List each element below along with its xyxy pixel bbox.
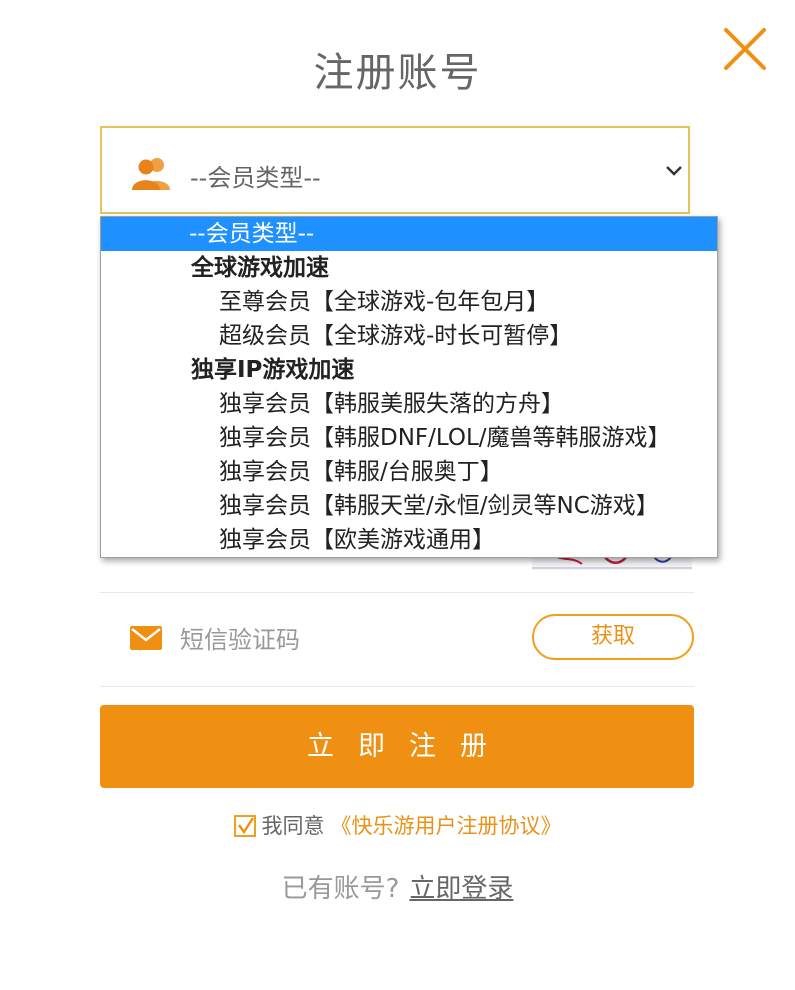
- member-type-option[interactable]: 独享会员【韩服/台服奥丁】: [101, 455, 717, 489]
- member-type-option[interactable]: 至尊会员【全球游戏-包年包月】: [101, 285, 717, 319]
- agree-checkbox[interactable]: [233, 815, 256, 837]
- sms-code-input[interactable]: [180, 618, 500, 662]
- divider-bottom: [100, 686, 694, 687]
- check-icon: [237, 817, 254, 835]
- login-link[interactable]: 立即登录: [409, 874, 513, 904]
- option-group-label: 全球游戏加速: [191, 255, 329, 281]
- member-type-select[interactable]: --会员类型--: [100, 126, 690, 214]
- member-type-options-list: --会员类型-- 全球游戏加速至尊会员【全球游戏-包年包月】 超级会员【全球游戏-时…: [100, 216, 718, 558]
- login-prompt: 已有账号?: [281, 874, 400, 904]
- option-group-label: 独享IP游戏加速: [191, 357, 355, 383]
- close-icon: [724, 28, 766, 70]
- page-title: 注册账号: [313, 50, 482, 96]
- agreement-row: 我同意 《快乐游用户注册协议》: [0, 810, 795, 840]
- users-icon: [132, 158, 170, 190]
- close-button[interactable]: [722, 26, 768, 72]
- register-button[interactable]: 立即注册: [100, 705, 694, 788]
- get-code-button[interactable]: 获取: [532, 614, 694, 660]
- login-row: 已有账号? 立即登录: [0, 868, 795, 905]
- member-type-option[interactable]: --会员类型--: [101, 217, 717, 251]
- member-type-option[interactable]: 独享会员【欧美游戏通用】: [101, 523, 717, 557]
- member-type-option[interactable]: 超级会员【全球游戏-时长可暂停】: [101, 319, 717, 353]
- member-type-option[interactable]: 独享会员【韩服美服失落的方舟】: [101, 387, 717, 421]
- divider-top: [100, 592, 694, 593]
- member-type-selected-value: --会员类型--: [190, 164, 321, 192]
- member-type-option[interactable]: 独享会员【韩服DNF/LOL/魔兽等韩服游戏】: [101, 421, 717, 455]
- mail-icon: [130, 626, 162, 650]
- agreement-link[interactable]: 《快乐游用户注册协议》: [331, 814, 562, 838]
- agree-text: 我同意: [261, 814, 325, 838]
- register-page: 注册账号 --会员类型-- --会员类型-- 全球游戏加速至尊会员【全球游戏-包年…: [0, 0, 795, 990]
- member-type-option[interactable]: 独享会员【韩服天堂/永恒/剑灵等NC游戏】: [101, 489, 717, 523]
- chevron-down-icon: [666, 166, 682, 176]
